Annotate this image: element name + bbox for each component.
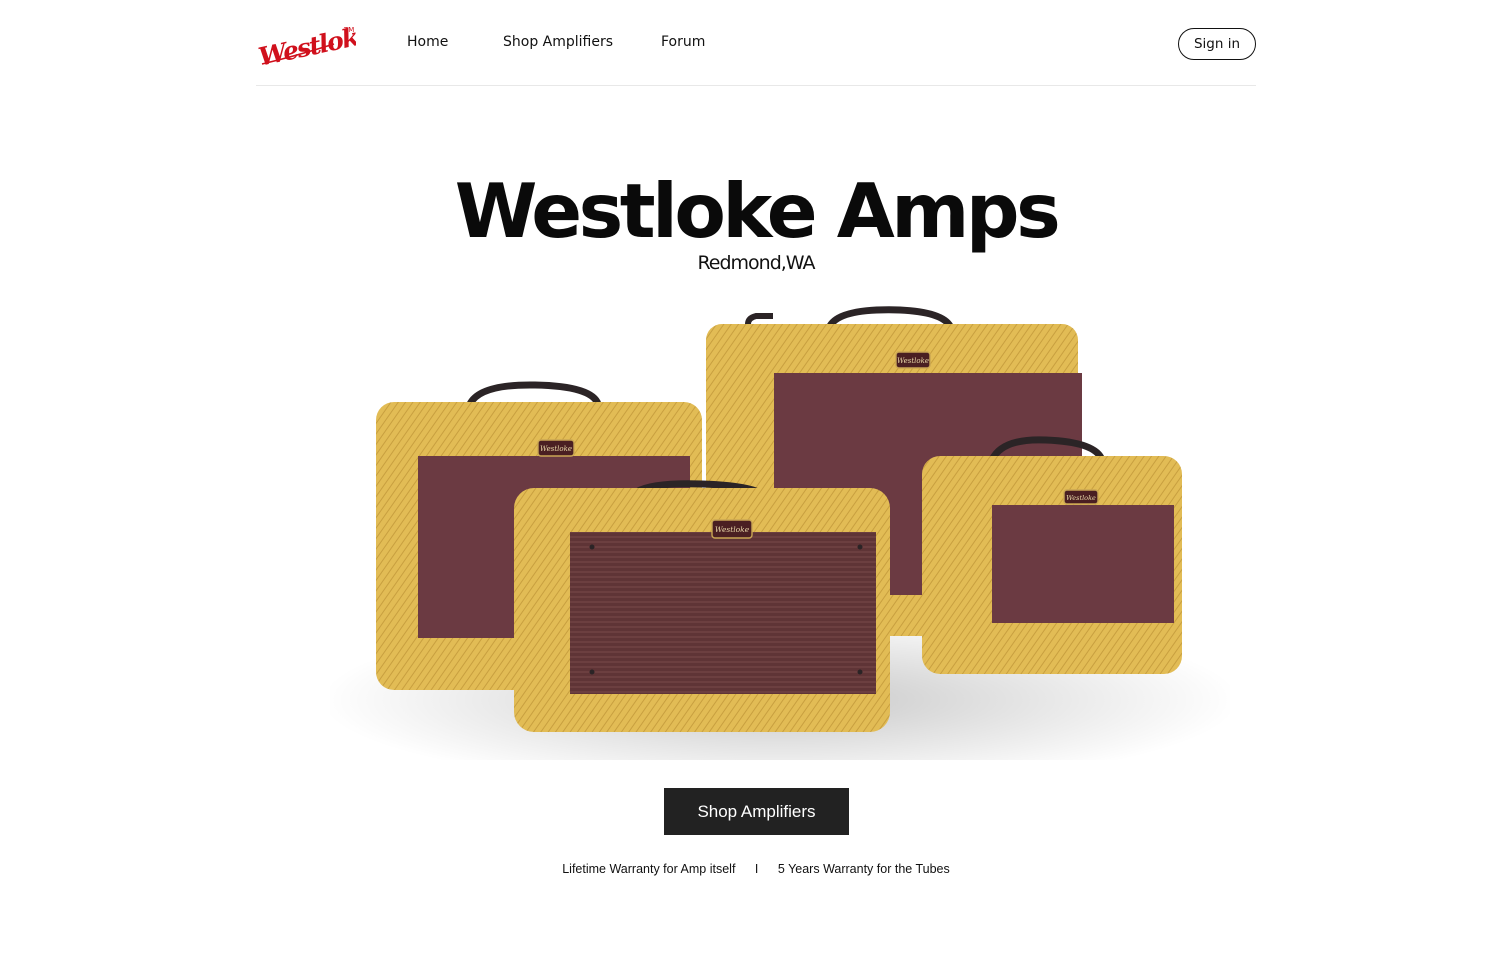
small-amp: Westloke xyxy=(922,436,1182,674)
hero-title: Westloke Amps xyxy=(454,167,1061,255)
nav-home-link[interactable]: Home xyxy=(407,34,448,50)
nav-forum-link[interactable]: Forum xyxy=(661,34,705,50)
warranty-info: Lifetime Warranty for Amp itself I 5 Yea… xyxy=(0,862,1512,876)
svg-text:Westloke: Westloke xyxy=(715,525,750,534)
svg-text:Westloke: Westloke xyxy=(256,20,356,66)
lifetime-warranty-text: Lifetime Warranty for Amp itself xyxy=(562,862,736,876)
hero-subtitle: Redmond,WA xyxy=(697,252,815,274)
shop-amplifiers-button[interactable]: Shop Amplifiers xyxy=(664,788,849,835)
amplifiers-image: Westloke Westloke Westloke Westloke xyxy=(330,306,1230,760)
svg-text:Westloke: Westloke xyxy=(1066,494,1096,502)
svg-text:TM: TM xyxy=(343,26,354,34)
warranty-separator: I xyxy=(754,862,759,876)
svg-text:Westloke: Westloke xyxy=(897,357,929,365)
nav-shop-amplifiers-link[interactable]: Shop Amplifiers xyxy=(503,34,613,50)
svg-text:Westloke: Westloke xyxy=(540,445,572,453)
site-header: Westloke TM Home Shop Amplifiers Forum S… xyxy=(256,0,1256,86)
westloke-logo[interactable]: Westloke TM xyxy=(256,20,356,66)
tube-warranty-text: 5 Years Warranty for the Tubes xyxy=(777,862,950,876)
sign-in-button[interactable]: Sign in xyxy=(1178,28,1256,60)
front-amp: Westloke xyxy=(514,480,890,732)
